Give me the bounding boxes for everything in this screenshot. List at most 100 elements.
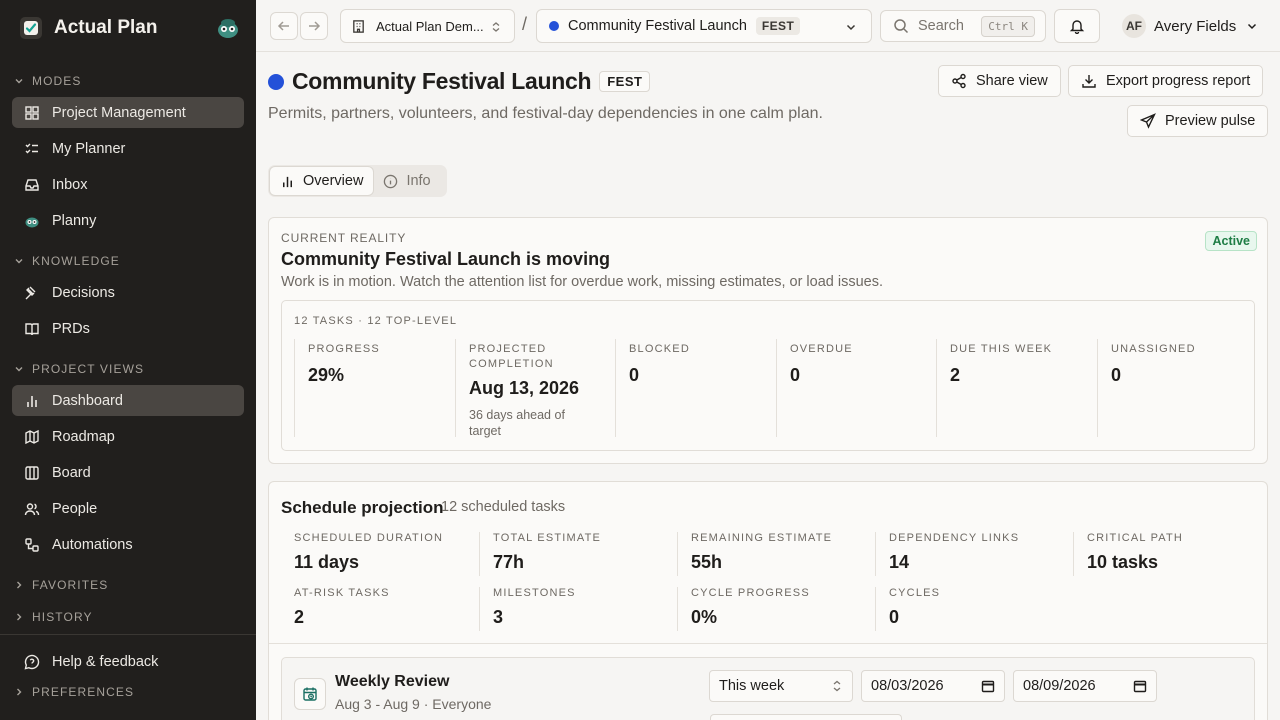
start-date-input[interactable]: 08/03/2026 [861,670,1005,702]
sidebar-item-decisions[interactable]: Decisions [12,277,244,308]
sidebar-item-dashboard[interactable]: Dashboard [12,385,244,416]
project-color-dot [268,73,284,90]
topbar: Actual Plan Dem... / Community Festival … [256,0,1280,52]
sidebar-item-automations[interactable]: Automations [12,529,244,560]
tab-overview[interactable]: Overview [270,167,374,195]
workspace-switcher[interactable]: Actual Plan Dem... [340,9,515,43]
page-title: Community Festival Launch [292,68,592,94]
sidebar-item-prds[interactable]: PRDs [12,313,244,344]
help-icon [24,654,40,669]
export-report-button[interactable]: Export progress report [1068,65,1264,97]
chevron-right-icon [17,581,22,589]
sidebar-divider [0,634,256,635]
stat-at-risk-tasks: AT-RISK TASKS 2 [294,587,390,627]
workspace-name: Actual Plan Dem... [376,18,484,34]
chevron-down-icon [846,24,856,31]
sidebar-item-my-planner[interactable]: My Planner [12,133,244,164]
weekly-review-panel: Weekly Review Aug 3 - Aug 9 · Everyone T… [281,657,1255,720]
forward-button[interactable] [300,12,328,40]
review-title: Weekly Review [335,673,450,690]
section-knowledge[interactable]: KNOWLEDGE [14,254,120,268]
divider [269,643,1267,644]
stat-total-estimate: TOTAL ESTIMATE 77h [479,532,664,576]
preview-pulse-button[interactable]: Preview pulse [1127,105,1269,137]
chevron-updown-icon [833,680,841,692]
card-title: Community Festival Launch is moving [281,249,611,269]
project-color-dot [549,21,559,31]
end-date-input[interactable]: 08/09/2026 [1013,670,1157,702]
download-icon [1082,75,1096,88]
sidebar-item-inbox[interactable]: Inbox [12,169,244,200]
sidebar-item-help[interactable]: Help & feedback [12,646,244,677]
map-icon [25,429,39,444]
section-modes[interactable]: MODES [14,74,82,88]
search-input[interactable]: Search Ctrl K [880,10,1046,42]
stat-critical-path: CRITICAL PATH 10 tasks [1073,532,1258,576]
calendar-icon [981,680,995,693]
tasks-summary: 12 TASKS · 12 TOP-LEVEL [294,315,458,327]
notifications-button[interactable] [1054,9,1100,43]
review-subtitle: Aug 3 - Aug 9 · Everyone [335,696,492,712]
gavel-icon [25,286,36,299]
bar-chart-icon [27,395,37,407]
status-badge: Active [1205,231,1257,251]
metric-progress: PROGRESS 29% [294,339,455,437]
card-title: Schedule projection [281,498,444,517]
bell-icon [1069,20,1085,34]
section-preferences[interactable]: PREFERENCES [14,685,134,699]
info-icon [384,174,398,188]
tab-info[interactable]: Info [373,167,440,195]
project-key-badge: FEST [599,71,651,92]
sidebar: Actual Plan MODES Project Management My … [0,0,256,720]
breadcrumb-separator: / [522,14,528,34]
arrow-left-icon [277,21,289,31]
board-icon [25,465,39,480]
sidebar-item-board[interactable]: Board [12,457,244,488]
section-favorites[interactable]: FAVORITES [14,578,108,592]
send-icon [1140,113,1156,129]
building-icon [353,19,364,33]
sidebar-item-project-management[interactable]: Project Management [12,97,244,128]
calendar-clock-icon [294,678,326,710]
chevron-updown-icon [492,22,500,32]
project-switcher[interactable]: Community Festival Launch FEST [536,9,872,43]
sidebar-item-planny[interactable]: Planny [12,205,244,236]
stat-cycles: CYCLES 0 [875,587,1060,631]
share-view-button[interactable]: Share view [938,65,1061,97]
search-placeholder: Search [918,18,964,34]
chevron-right-icon [17,688,22,696]
brand[interactable]: Actual Plan [20,14,157,42]
user-name: Avery Fields [1154,17,1237,35]
search-shortcut: Ctrl K [981,16,1035,37]
filter-select[interactable] [710,714,902,720]
workflow-icon [25,537,39,552]
stat-milestones: MILESTONES 3 [479,587,664,631]
stat-scheduled-duration: SCHEDULED DURATION 11 days [294,532,444,572]
project-key: FEST [755,17,801,35]
inbox-icon [25,178,39,191]
share-icon [952,73,966,89]
sidebar-item-people[interactable]: People [12,493,244,524]
stat-cycle-progress: CYCLE PROGRESS 0% [677,587,862,631]
metric-blocked: BLOCKED 0 [615,339,776,437]
checklist-icon [25,143,38,153]
metric-unassigned: UNASSIGNED 0 [1097,339,1258,437]
arrow-right-icon [309,21,321,31]
stat-dependency-links: DEPENDENCY LINKS 14 [875,532,1060,576]
view-tabs: Overview Info [268,165,447,197]
user-menu[interactable]: AF Avery Fields [1122,14,1258,38]
page-subtitle: Permits, partners, volunteers, and festi… [268,105,823,122]
section-project-views[interactable]: PROJECT VIEWS [14,362,144,376]
bar-chart-icon [283,176,292,187]
metric-projected-completion: PROJECTED COMPLETION Aug 13, 2026 36 day… [455,339,616,438]
sidebar-item-roadmap[interactable]: Roadmap [12,421,244,452]
brand-logo-icon [20,17,42,39]
chevron-right-icon [17,613,22,621]
section-history[interactable]: HISTORY [14,610,93,624]
people-icon [24,502,40,515]
range-select[interactable]: This week [709,670,853,702]
mascot-icon[interactable] [215,14,241,40]
card-eyebrow: CURRENT REALITY [281,231,407,245]
metric-due-this-week: DUE THIS WEEK 2 [936,339,1097,437]
back-button[interactable] [270,12,298,40]
